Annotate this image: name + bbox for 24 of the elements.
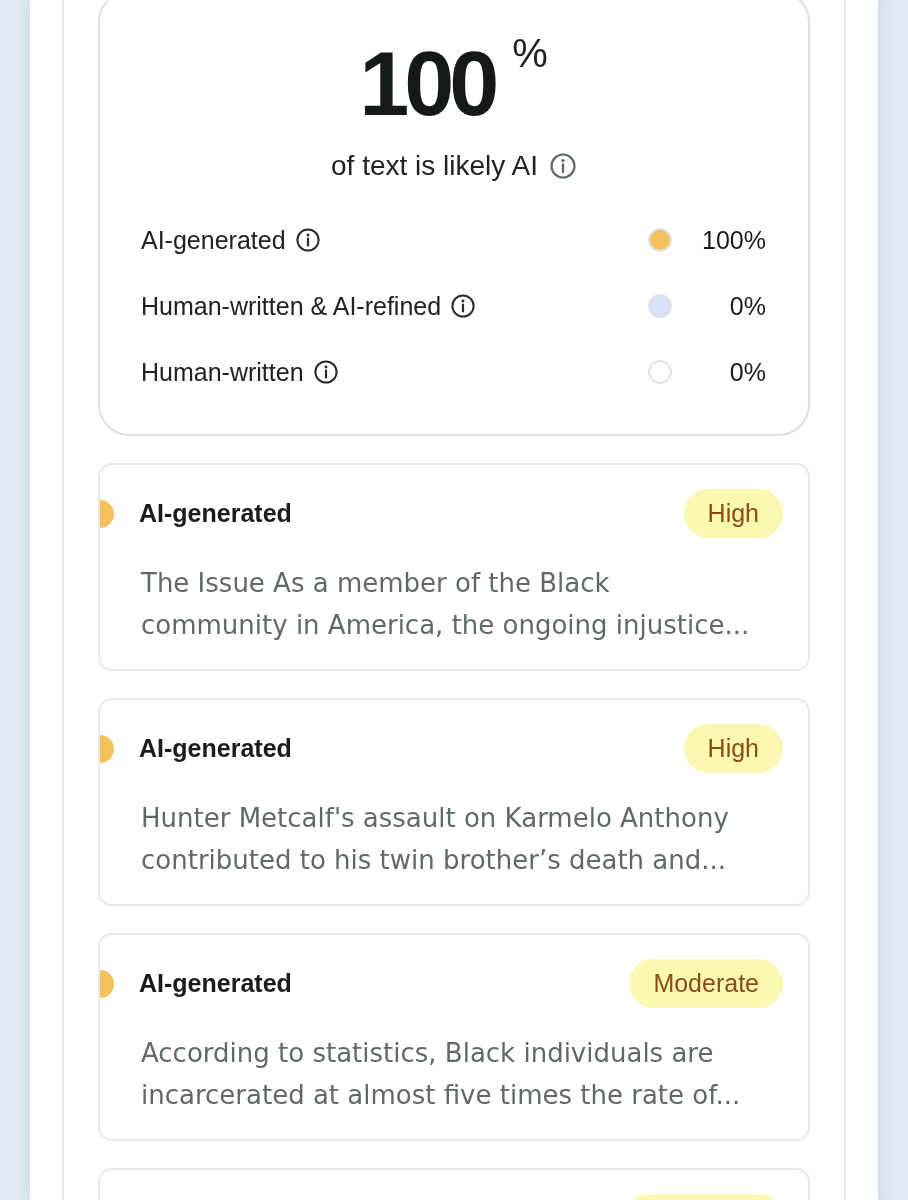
segment-card[interactable]: AI-generated High Hunter Metcalf's assault on Karmelo Anthony contributed to his twin brother’s death and... — [98, 698, 810, 906]
likelihood-badge: High — [683, 724, 783, 773]
category-label: Human-written — [141, 357, 304, 387]
likelihood-badge: High — [683, 489, 783, 538]
segment-label: AI-generated — [139, 734, 292, 763]
segment-excerpt: Hunter Metcalf's assault on Karmelo Anthony contributed to his twin brother’s death and... — [141, 802, 730, 877]
info-icon[interactable] — [451, 294, 476, 318]
category-percent: 0% — [729, 357, 766, 386]
info-icon[interactable] — [295, 228, 320, 252]
segment-label: AI-generated — [139, 499, 292, 528]
ai-score: 100 — [359, 39, 495, 129]
category-percent: 0% — [729, 291, 766, 320]
segment-label: AI-generated — [139, 969, 292, 998]
category-label: Human-written & AI-refined — [141, 291, 442, 321]
segment-card[interactable]: AI-generated Moderate According to statistics, Black individuals are incarcerated at almost five times the rate of... — [98, 933, 810, 1141]
segment-excerpt: The Issue As a member of the Black community in America, the ongoing injustice... — [141, 567, 751, 642]
likelihood-badge: Moderate — [629, 959, 783, 1008]
category-percent: 100% — [702, 225, 766, 254]
category-label: AI-generated — [141, 225, 286, 255]
score-caption: of text is likely AI — [331, 149, 538, 183]
segment-card[interactable]: AI-generated High The Issue As a member of the Black community in America, the ongoing injustice... — [98, 463, 810, 671]
info-icon[interactable] — [313, 360, 338, 384]
score-unit: % — [512, 33, 548, 73]
segment-excerpt: According to statistics, Black individuals are incarcerated at almost five times the rate of... — [141, 1037, 742, 1112]
